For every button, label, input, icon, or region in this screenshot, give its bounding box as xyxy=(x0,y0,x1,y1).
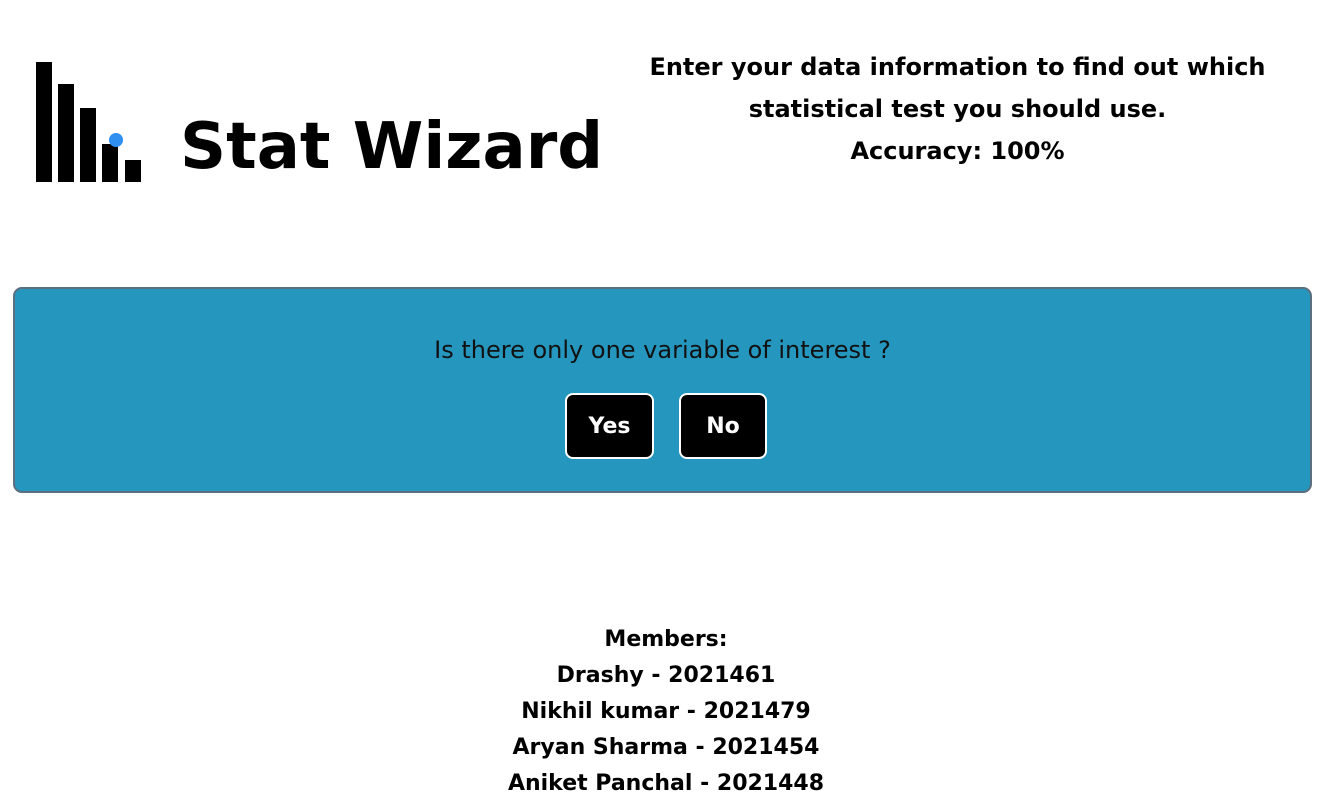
member-item: Drashy - 2021461 xyxy=(556,663,776,688)
member-item: Nikhil kumar - 2021479 xyxy=(521,699,811,724)
app-title: Stat Wizard xyxy=(180,110,604,184)
accuracy-text: Accuracy: 100% xyxy=(850,137,1065,165)
bar-chart-icon xyxy=(36,62,141,182)
yes-button[interactable]: Yes xyxy=(565,393,654,459)
member-item: Aryan Sharma - 2021454 xyxy=(512,735,820,760)
intro-line-2: statistical test you should use. xyxy=(748,95,1167,123)
intro-text: Enter your data information to find out … xyxy=(620,46,1295,172)
member-item: Aniket Panchal - 2021448 xyxy=(507,771,825,794)
question-text: Is there only one variable of interest ? xyxy=(434,336,891,364)
members-section: Members: Drashy - 2021461 Nikhil kumar -… xyxy=(0,622,1332,794)
question-panel: Is there only one variable of interest ?… xyxy=(13,287,1312,493)
no-button[interactable]: No xyxy=(679,393,767,459)
page: Stat Wizard Enter your data information … xyxy=(0,0,1332,794)
intro-line-1: Enter your data information to find out … xyxy=(649,53,1266,81)
members-heading: Members: xyxy=(604,627,728,652)
